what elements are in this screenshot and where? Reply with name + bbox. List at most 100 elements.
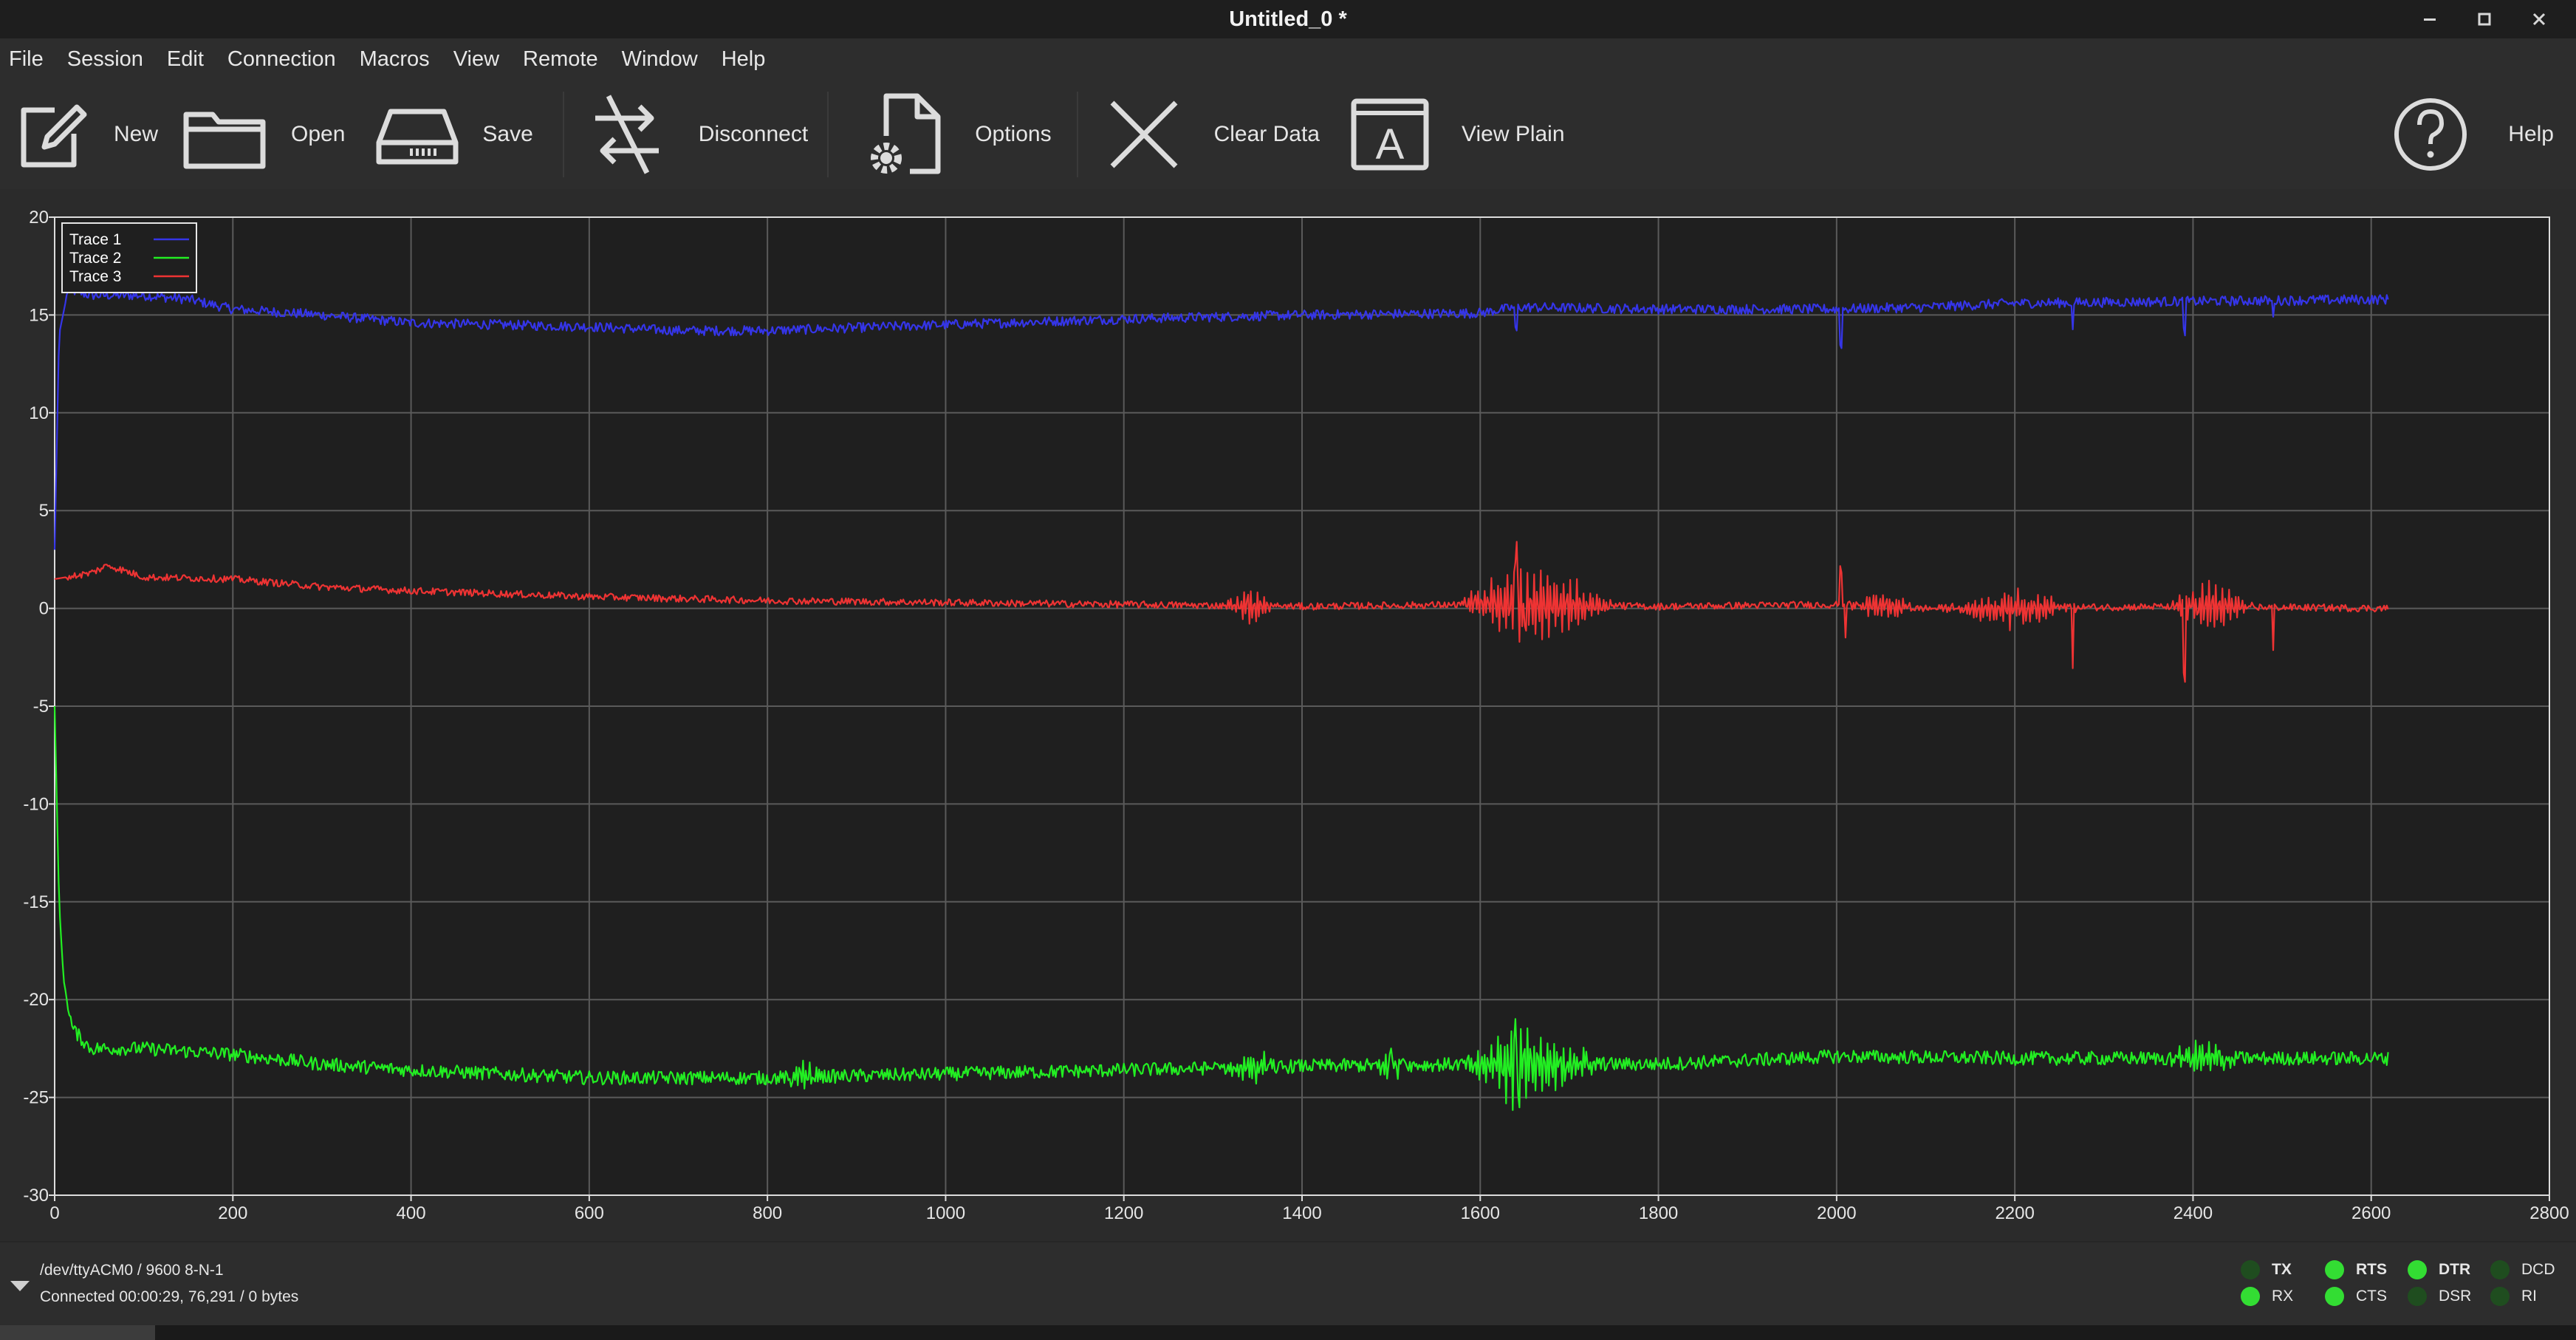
- x-tick-label: 400: [397, 1203, 426, 1223]
- clear-x-icon: [1110, 100, 1178, 168]
- save-button[interactable]: Save: [374, 80, 533, 189]
- led-label: RTS: [2356, 1261, 2387, 1278]
- x-tick-label: 800: [753, 1203, 782, 1223]
- x-tick-label: 2600: [2351, 1203, 2391, 1223]
- x-tick-label: 2400: [2174, 1203, 2213, 1223]
- new-label: New: [114, 122, 159, 146]
- led-label: RI: [2521, 1288, 2537, 1305]
- led-label: DSR: [2439, 1288, 2472, 1305]
- x-tick-label: 2000: [1817, 1203, 1856, 1223]
- help-button[interactable]: Help: [2390, 80, 2554, 189]
- menu-file[interactable]: File: [0, 38, 55, 80]
- maximize-icon: [2478, 13, 2491, 26]
- led-indicator: [2241, 1287, 2260, 1306]
- options-document-gear-icon: [871, 93, 941, 174]
- y-tick-label: 10: [29, 403, 49, 423]
- led-ri: RI: [2490, 1287, 2537, 1306]
- menu-remote[interactable]: Remote: [511, 38, 610, 80]
- view-plain-label: View Plain: [1462, 122, 1565, 146]
- save-label: Save: [482, 122, 533, 146]
- new-button[interactable]: New: [10, 80, 158, 189]
- led-dcd: DCD: [2490, 1260, 2555, 1279]
- toolbar-separator: [562, 92, 564, 177]
- menu-edit[interactable]: Edit: [155, 38, 216, 80]
- new-document-icon: [21, 104, 87, 168]
- close-icon: [2532, 13, 2546, 26]
- menu-connection[interactable]: Connection: [216, 38, 348, 80]
- led-label: DTR: [2439, 1261, 2471, 1278]
- folder-icon: [183, 112, 266, 169]
- y-tick-label: -10: [23, 794, 49, 814]
- x-tick-label: 600: [575, 1203, 604, 1223]
- led-indicator: [2490, 1287, 2510, 1306]
- led-label: RX: [2272, 1288, 2294, 1305]
- x-tick-label: 1600: [1461, 1203, 1500, 1223]
- led-dsr: DSR: [2408, 1287, 2471, 1306]
- menu-window[interactable]: Window: [610, 38, 710, 80]
- window-title: Untitled_0 *: [1229, 7, 1347, 31]
- status-bar: /dev/ttyACM0 / 9600 8-N-1 Connected 00:0…: [0, 1241, 2576, 1327]
- led-tx: TX: [2241, 1260, 2292, 1279]
- view-plain-text-icon: A: [1351, 98, 1429, 171]
- legend-label: Trace 2: [69, 250, 121, 267]
- y-tick-label: -20: [23, 990, 49, 1010]
- disconnect-arrows-icon: [595, 95, 659, 174]
- close-button[interactable]: [2524, 4, 2554, 34]
- options-label: Options: [975, 122, 1052, 146]
- maximize-button[interactable]: [2470, 4, 2499, 34]
- disconnect-label: Disconnect: [698, 122, 809, 146]
- x-tick-label: 1400: [1282, 1203, 1321, 1223]
- open-label: Open: [291, 122, 346, 146]
- led-indicator: [2325, 1287, 2344, 1306]
- x-tick-label: 2200: [1995, 1203, 2034, 1223]
- save-drive-icon: [376, 109, 459, 165]
- taskbar-strip: [0, 1325, 2576, 1340]
- help-label: Help: [2508, 122, 2554, 146]
- menu-view[interactable]: View: [442, 38, 511, 80]
- x-tick-label: 2800: [2529, 1203, 2569, 1223]
- clear-data-button[interactable]: Clear Data: [1103, 80, 1320, 189]
- port-settings-text: /dev/ttyACM0 / 9600 8-N-1: [40, 1262, 224, 1279]
- toolbar: New Open Save Disconnect Options Clear D…: [0, 80, 2576, 189]
- led-label: DCD: [2521, 1261, 2555, 1278]
- y-tick-label: -15: [23, 892, 49, 912]
- minimize-icon: [2424, 18, 2436, 21]
- clear-data-label: Clear Data: [1213, 122, 1320, 146]
- led-indicator: [2325, 1260, 2344, 1279]
- x-tick-label: 1200: [1104, 1203, 1143, 1223]
- x-tick-label: 200: [218, 1203, 247, 1223]
- y-tick-label: 5: [39, 501, 49, 521]
- menu-macros[interactable]: Macros: [348, 38, 442, 80]
- title-bar: Untitled_0 *: [0, 0, 2576, 38]
- menu-help[interactable]: Help: [710, 38, 778, 80]
- view-plain-button[interactable]: A View Plain: [1349, 80, 1565, 189]
- plot-area[interactable]: 0 200 400 600 800 1000 1200 1400 1600 1800 2000 220…: [0, 189, 2576, 1241]
- toolbar-separator: [827, 92, 829, 177]
- options-button[interactable]: Options: [866, 80, 1052, 189]
- y-tick-label: 0: [39, 599, 49, 619]
- connection-status-text: Connected 00:00:29, 76,291 / 0 bytes: [40, 1288, 299, 1305]
- y-tick-label: -5: [33, 697, 49, 717]
- chevron-down-icon[interactable]: [9, 1278, 31, 1294]
- led-indicator: [2241, 1260, 2260, 1279]
- led-cts: CTS: [2325, 1287, 2387, 1306]
- toolbar-separator: [1076, 92, 1078, 177]
- led-indicator: [2408, 1260, 2427, 1279]
- disconnect-button[interactable]: Disconnect: [586, 80, 808, 189]
- led-label: TX: [2272, 1261, 2292, 1278]
- led-dtr: DTR: [2408, 1260, 2470, 1279]
- led-indicator: [2408, 1287, 2427, 1306]
- y-tick-label: 15: [29, 305, 49, 325]
- open-button[interactable]: Open: [180, 80, 345, 189]
- legend-label: Trace 1: [69, 231, 121, 248]
- x-tick-label: 1800: [1639, 1203, 1678, 1223]
- menu-session[interactable]: Session: [55, 38, 155, 80]
- view-plain-glyph: A: [1376, 120, 1405, 168]
- menu-bar: File Session Edit Connection Macros View…: [0, 38, 2576, 80]
- y-tick-label: -25: [23, 1088, 49, 1108]
- x-tick-label: 1000: [926, 1203, 965, 1223]
- line-chart[interactable]: 0 200 400 600 800 1000 1200 1400 1600 1800 2000 220…: [0, 189, 2576, 1241]
- legend-label: Trace 3: [69, 268, 121, 285]
- x-tick-label: 0: [49, 1203, 59, 1223]
- minimize-button[interactable]: [2415, 4, 2445, 34]
